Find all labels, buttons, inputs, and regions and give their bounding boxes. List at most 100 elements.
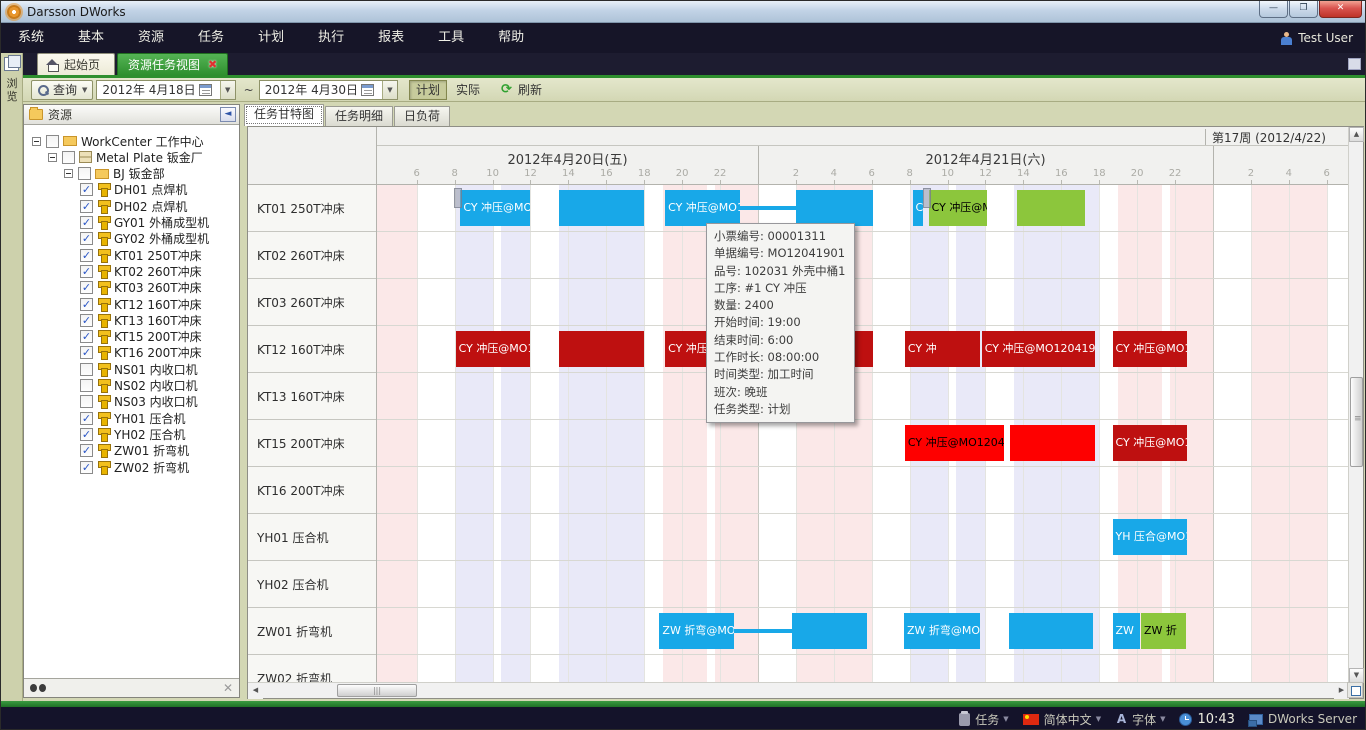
- checkbox-checked[interactable]: ✓: [80, 281, 93, 294]
- checkbox-unchecked[interactable]: [78, 167, 91, 180]
- tab-close-icon[interactable]: ✖: [208, 58, 217, 71]
- checkbox-checked[interactable]: ✓: [80, 265, 93, 278]
- tab-resource-task-view[interactable]: 资源任务视图 ✖: [117, 53, 228, 75]
- tree-item[interactable]: ✓DH02 点焊机: [80, 198, 187, 214]
- task-bar[interactable]: CY 冲压@MO12041904: [982, 331, 1096, 367]
- tab-home-page[interactable]: 起始页: [37, 53, 115, 75]
- dropdown-icon[interactable]: ▼: [1160, 715, 1165, 723]
- binoculars-search-icon[interactable]: [30, 683, 46, 693]
- plan-toggle-button[interactable]: 计划: [409, 80, 447, 100]
- checkbox-checked[interactable]: ✓: [80, 461, 93, 474]
- checkbox-checked[interactable]: ✓: [80, 412, 93, 425]
- task-bar[interactable]: CY 冲压@MO12041901: [665, 190, 740, 226]
- tree-item[interactable]: BJ 钣金部: [64, 166, 165, 182]
- tree-item[interactable]: ✓KT03 260T冲床: [80, 280, 202, 296]
- checkbox-checked[interactable]: ✓: [80, 330, 93, 343]
- checkbox-checked[interactable]: ✓: [80, 346, 93, 359]
- checkbox-unchecked[interactable]: [80, 379, 93, 392]
- tree-item[interactable]: ✓GY02 外桶成型机: [80, 231, 209, 247]
- tree-item[interactable]: ✓KT16 200T冲床: [80, 345, 202, 361]
- task-bar[interactable]: CY 冲压@MO12041904: [456, 331, 530, 367]
- task-bar[interactable]: [796, 190, 873, 226]
- status-item-4[interactable]: 10:43: [1179, 712, 1234, 727]
- actual-toggle-button[interactable]: 实际: [449, 80, 487, 100]
- scroll-down-icon[interactable]: ▼: [1349, 668, 1364, 683]
- user-area[interactable]: Test User: [1280, 23, 1353, 53]
- checkbox-checked[interactable]: ✓: [80, 200, 93, 213]
- task-bar[interactable]: YH 压合@MO1: [1113, 519, 1188, 555]
- task-bar[interactable]: [559, 331, 644, 367]
- menu-item-5[interactable]: 计划: [241, 23, 301, 53]
- minimize-button[interactable]: —: [1259, 1, 1288, 18]
- task-bar[interactable]: CY 冲压@MO12041902: [929, 190, 988, 226]
- status-item-1[interactable]: 任务▼: [959, 711, 1008, 728]
- calendar-icon[interactable]: [361, 84, 374, 96]
- task-bar[interactable]: ZW 折弯@MO12041901: [904, 613, 980, 649]
- checkbox-unchecked[interactable]: [46, 135, 59, 148]
- checkbox-checked[interactable]: ✓: [80, 216, 93, 229]
- task-bar[interactable]: ZW: [1113, 613, 1140, 649]
- menu-item-8[interactable]: 工具: [421, 23, 481, 53]
- status-item-2[interactable]: 简体中文▼: [1023, 711, 1101, 728]
- task-bar[interactable]: C: [913, 190, 923, 226]
- status-item-5[interactable]: DWorks Server: [1249, 712, 1357, 726]
- tree-item[interactable]: NS02 内收口机: [80, 378, 198, 394]
- tree-item[interactable]: ✓ZW01 折弯机: [80, 443, 189, 459]
- status-item-3[interactable]: A字体▼: [1115, 711, 1165, 728]
- checkbox-checked[interactable]: ✓: [80, 428, 93, 441]
- menu-item-6[interactable]: 执行: [301, 23, 361, 53]
- tree-item[interactable]: ✓KT13 160T冲床: [80, 312, 202, 328]
- vertical-scrollbar[interactable]: ▲ ▼: [1348, 127, 1363, 683]
- menu-item-7[interactable]: 报表: [361, 23, 421, 53]
- vertical-scroll-thumb[interactable]: [1350, 377, 1363, 467]
- task-bar[interactable]: [1017, 190, 1085, 226]
- menu-item-4[interactable]: 任务: [181, 23, 241, 53]
- tree-expander-icon[interactable]: [64, 169, 73, 178]
- task-drag-handle[interactable]: [923, 188, 931, 208]
- tree-item[interactable]: ✓KT01 250T冲床: [80, 247, 202, 263]
- date-from-picker[interactable]: 2012年 4月18日 ▼: [96, 80, 235, 100]
- horizontal-scroll-thumb[interactable]: |||: [337, 684, 417, 697]
- task-bar[interactable]: [1010, 425, 1095, 461]
- checkbox-checked[interactable]: ✓: [80, 249, 93, 262]
- maximize-button[interactable]: ❐: [1289, 1, 1318, 18]
- task-bar[interactable]: CY 冲: [905, 331, 980, 367]
- menu-item-2[interactable]: 基本: [61, 23, 121, 53]
- checkbox-checked[interactable]: ✓: [80, 232, 93, 245]
- checkbox-unchecked[interactable]: [80, 363, 93, 376]
- tab-list-icon[interactable]: [1348, 58, 1361, 70]
- scroll-left-icon[interactable]: ◀: [248, 683, 263, 699]
- checkbox-checked[interactable]: ✓: [80, 298, 93, 311]
- horizontal-scrollbar[interactable]: ◀ ||| ▶: [248, 682, 1349, 698]
- scroll-up-icon[interactable]: ▲: [1349, 127, 1364, 142]
- task-bar[interactable]: ZW 折弯@MO12041901: [659, 613, 734, 649]
- tree-item[interactable]: ✓KT12 160T冲床: [80, 296, 202, 312]
- collapse-panel-button[interactable]: ◄: [220, 107, 236, 122]
- gantt-tab-3[interactable]: 日负荷: [394, 106, 450, 126]
- tree-item[interactable]: ✓YH02 压合机: [80, 426, 185, 442]
- task-bar[interactable]: CY 冲压@MO1: [1113, 425, 1188, 461]
- refresh-button[interactable]: 刷新: [518, 81, 542, 98]
- task-bar[interactable]: ZW 折: [1141, 613, 1186, 649]
- task-bar[interactable]: [792, 613, 867, 649]
- tree-expander-icon[interactable]: [32, 137, 41, 146]
- task-bar[interactable]: CY 冲压@MO12041903: [905, 425, 1004, 461]
- dropdown-icon[interactable]: ▼: [1096, 715, 1101, 723]
- tree-item[interactable]: ✓ZW02 折弯机: [80, 459, 189, 475]
- checkbox-unchecked[interactable]: [80, 395, 93, 408]
- tree-item[interactable]: NS01 内收口机: [80, 361, 198, 377]
- task-drag-handle[interactable]: [454, 188, 462, 208]
- task-bar[interactable]: [1009, 613, 1092, 649]
- task-bar[interactable]: CY 冲压@MO1: [1113, 331, 1188, 367]
- date-to-picker[interactable]: 2012年 4月30日 ▼: [259, 80, 398, 100]
- task-bar[interactable]: [559, 190, 644, 226]
- checkbox-checked[interactable]: ✓: [80, 314, 93, 327]
- tree-item[interactable]: Metal Plate 钣金厂: [48, 149, 203, 165]
- tree-expander-icon[interactable]: [48, 153, 57, 162]
- tree-item[interactable]: WorkCenter 工作中心: [32, 133, 204, 149]
- date-to-dropdown-icon[interactable]: ▼: [382, 81, 397, 99]
- clear-filter-icon[interactable]: ✕: [223, 681, 233, 695]
- tree-item[interactable]: ✓YH01 压合机: [80, 410, 185, 426]
- date-from-dropdown-icon[interactable]: ▼: [220, 81, 235, 99]
- checkbox-checked[interactable]: ✓: [80, 444, 93, 457]
